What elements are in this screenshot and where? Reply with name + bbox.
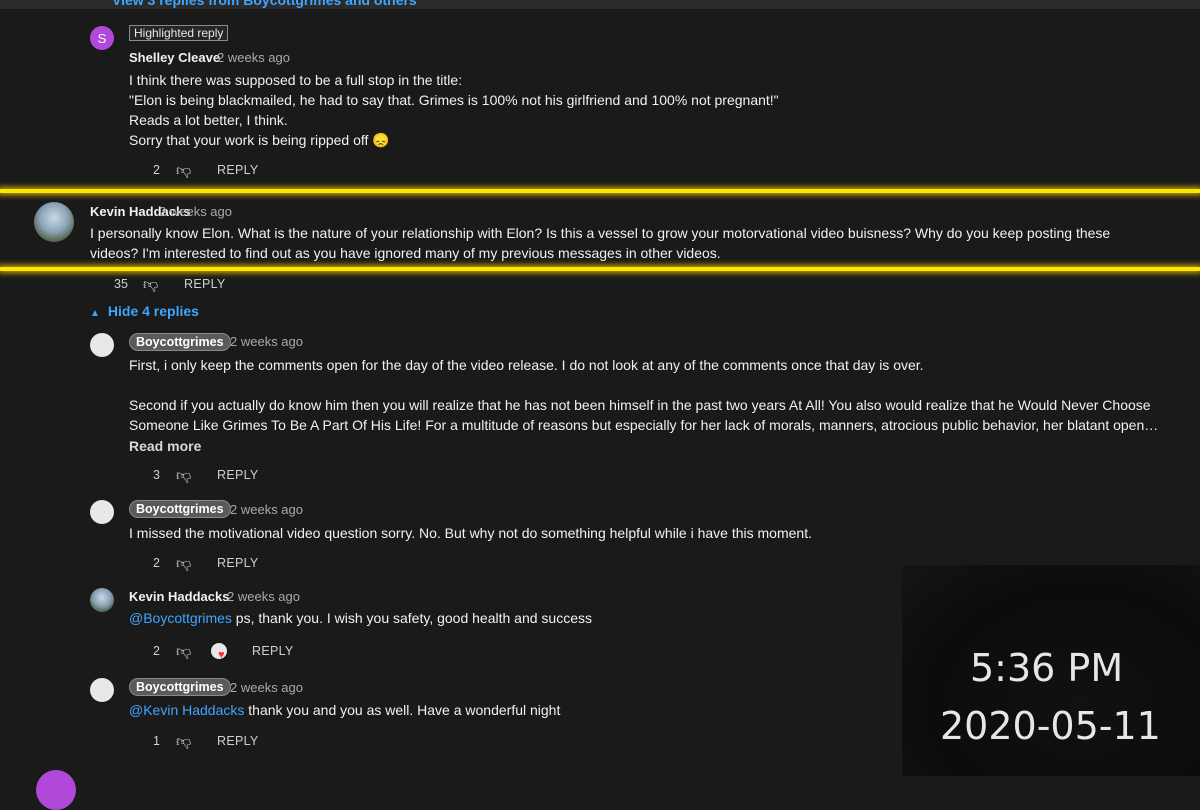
creator-badge[interactable]: Boycottgrimes xyxy=(129,333,231,351)
like-count: 2 xyxy=(153,556,160,570)
comment-time[interactable]: 2 weeks ago xyxy=(227,589,300,604)
like-count: 2 xyxy=(153,644,160,658)
reply-button[interactable]: REPLY xyxy=(217,556,259,570)
hide-replies-label: Hide 4 replies xyxy=(107,303,199,319)
comment-line: I missed the motivational video question… xyxy=(129,525,812,541)
thumb-down-icon[interactable]: 👎︎ xyxy=(176,556,191,572)
comment-author[interactable]: Shelley Cleave xyxy=(129,50,220,65)
comment-line: Second if you actually do know him then … xyxy=(129,397,1151,413)
reply-button[interactable]: REPLY xyxy=(217,734,259,748)
comment-line: I personally know Elon. What is the natu… xyxy=(90,225,1111,241)
view-replies-link[interactable]: View 3 replies from Boycottgrimes and ot… xyxy=(112,0,417,8)
clock-time: 5:36 PM xyxy=(970,646,1124,690)
avatar[interactable] xyxy=(36,770,76,810)
comment-line: Someone Like Grimes To Be A Part Of His … xyxy=(129,417,1159,433)
comment-line: "Elon is being blackmailed, he had to sa… xyxy=(129,92,779,108)
comment-author[interactable]: Kevin Haddacks xyxy=(129,589,229,604)
reply-button[interactable]: REPLY xyxy=(252,644,294,658)
like-count: 35 xyxy=(114,277,128,291)
reply-button[interactable]: REPLY xyxy=(184,277,226,291)
comment-line: I think there was supposed to be a full … xyxy=(129,72,463,88)
avatar[interactable] xyxy=(90,588,114,612)
comment-text: thank you and you as well. Have a wonder… xyxy=(244,702,561,718)
comment-time[interactable]: 2 weeks ago xyxy=(217,50,290,65)
avatar[interactable]: S xyxy=(90,26,114,50)
like-count: 1 xyxy=(153,734,160,748)
mention-link[interactable]: @Kevin Haddacks xyxy=(129,702,244,718)
highlighted-reply-badge: Highlighted reply xyxy=(129,25,229,41)
comment-time[interactable]: 2 weeks ago xyxy=(159,204,232,219)
comment-text: ps, thank you. I wish you safety, good h… xyxy=(231,610,592,626)
avatar-letter: S xyxy=(97,30,107,46)
comment-time[interactable]: 2 weeks ago xyxy=(230,680,303,695)
thumb-down-icon[interactable]: 👎︎ xyxy=(176,163,191,179)
clock-date: 2020-05-11 xyxy=(940,704,1161,748)
thumb-down-icon[interactable]: 👎︎ xyxy=(176,468,191,484)
thumb-down-icon[interactable]: 👎︎ xyxy=(176,644,191,660)
avatar[interactable] xyxy=(90,678,114,702)
comment-line: First, i only keep the comments open for… xyxy=(129,357,924,373)
like-count: 2 xyxy=(153,163,160,177)
avatar[interactable] xyxy=(90,500,114,524)
caret-up-icon: ▲ xyxy=(90,308,100,319)
highlight-line-top xyxy=(0,189,1200,193)
hide-replies-button[interactable]: ▲ Hide 4 replies xyxy=(90,303,199,319)
creator-badge[interactable]: Boycottgrimes xyxy=(129,500,231,518)
avatar[interactable] xyxy=(34,202,74,242)
reply-button[interactable]: REPLY xyxy=(217,468,259,482)
comment-time[interactable]: 2 weeks ago xyxy=(230,334,303,349)
comment-time[interactable]: 2 weeks ago xyxy=(230,502,303,517)
comment-line: videos? I'm interested to find out as yo… xyxy=(90,245,721,261)
thumb-down-icon[interactable]: 👎︎ xyxy=(176,734,191,750)
highlight-line-bottom xyxy=(0,267,1200,271)
heart-icon: ♥ xyxy=(218,649,225,661)
avatar[interactable] xyxy=(90,333,114,357)
thumb-down-icon[interactable]: 👎︎ xyxy=(143,277,158,293)
reply-button[interactable]: REPLY xyxy=(217,163,259,177)
comment-line: @Kevin Haddacks thank you and you as wel… xyxy=(129,700,560,721)
comment-line: Reads a lot better, I think. xyxy=(129,112,288,128)
like-count: 3 xyxy=(153,468,160,482)
comment-line: Sorry that your work is being ripped off… xyxy=(129,132,390,148)
creator-badge[interactable]: Boycottgrimes xyxy=(129,678,231,696)
mention-link[interactable]: @Boycottgrimes xyxy=(129,610,232,626)
read-more-button[interactable]: Read more xyxy=(129,438,201,454)
comment-line: @Boycottgrimes ps, thank you. I wish you… xyxy=(129,608,592,629)
